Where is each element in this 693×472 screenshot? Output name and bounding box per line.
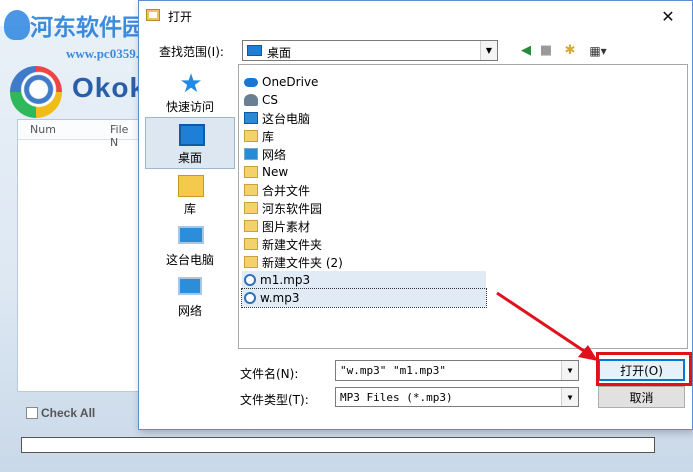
chevron-down-icon[interactable]: ▼: [561, 361, 578, 380]
folder-icon: [244, 256, 258, 268]
file-list[interactable]: OneDrive CS 这台电脑 库 网络 New 合并文件 河东软件园 图片素…: [238, 64, 688, 349]
chevron-down-icon[interactable]: ▼: [480, 41, 497, 60]
background-list-header: Num File N: [18, 120, 138, 149]
list-item[interactable]: 这台电脑: [242, 109, 486, 127]
file-name: 新建文件夹: [262, 237, 323, 252]
place-quick-access[interactable]: ★ 快速访问: [145, 67, 235, 119]
place-label: 网络: [177, 304, 202, 318]
folder-icon: [244, 184, 258, 196]
column-file[interactable]: File N: [110, 123, 138, 149]
list-item[interactable]: 网络: [242, 145, 486, 163]
file-name-value: "w.mp3" "m1.mp3": [340, 364, 446, 377]
list-item[interactable]: OneDrive: [242, 73, 486, 91]
file-name: 新建文件夹 (2): [262, 255, 343, 270]
file-type-label: 文件类型(T):: [240, 393, 309, 407]
file-type-value: MP3 Files (*.mp3): [340, 391, 453, 404]
library-icon: [178, 175, 204, 197]
chevron-down-icon[interactable]: ▼: [561, 388, 578, 406]
folder-icon: [244, 202, 258, 214]
cancel-button[interactable]: 取消: [598, 386, 685, 408]
list-item[interactable]: 图片素材: [242, 217, 486, 235]
view-menu-icon[interactable]: ▦▾: [584, 42, 612, 59]
folder-icon: [244, 238, 258, 250]
open-file-dialog: 打开 ✕ 查找范围(I): 桌面 ▼ ◀ ■ ✱ ▦▾ ★ 快速访问 桌面 库 …: [138, 0, 693, 430]
cloud-icon: [244, 77, 258, 87]
checkbox-icon[interactable]: [26, 407, 38, 419]
open-button[interactable]: 打开(O): [598, 359, 685, 381]
desktop-icon: [179, 124, 205, 146]
check-all-label: Check All: [41, 406, 96, 420]
file-name: 图片素材: [262, 219, 311, 234]
file-name: w.mp3: [260, 291, 300, 305]
dialog-titlebar[interactable]: 打开 ✕: [139, 1, 692, 31]
place-desktop[interactable]: 桌面: [145, 117, 235, 169]
folder-icon: [244, 166, 258, 178]
star-icon: ★: [179, 69, 203, 99]
audio-file-icon: [244, 274, 256, 286]
column-num[interactable]: Num: [30, 123, 56, 136]
place-this-pc[interactable]: 这台电脑: [145, 220, 235, 272]
list-item[interactable]: 河东软件园: [242, 199, 486, 217]
list-item-selected[interactable]: w.mp3: [241, 288, 487, 308]
watermark-title: 河东软件园: [30, 15, 145, 41]
library-icon: [244, 130, 258, 142]
file-name: 合并文件: [262, 183, 311, 198]
app-logo-icon: [10, 66, 62, 118]
file-name: 这台电脑: [262, 111, 311, 126]
file-name: m1.mp3: [260, 273, 311, 287]
places-bar: ★ 快速访问 桌面 库 这台电脑 网络: [145, 63, 235, 351]
file-name: 网络: [262, 147, 287, 162]
place-library[interactable]: 库: [145, 169, 235, 221]
look-in-dropdown[interactable]: 桌面 ▼: [242, 40, 498, 61]
file-name: OneDrive: [262, 75, 319, 89]
list-item[interactable]: 新建文件夹: [242, 235, 486, 253]
look-in-value: 桌面: [267, 46, 292, 60]
dialog-title: 打开: [168, 10, 193, 24]
file-name: New: [262, 165, 289, 179]
new-folder-icon[interactable]: ✱: [560, 42, 580, 59]
close-button[interactable]: ✕: [648, 3, 688, 29]
look-in-label: 查找范围(I):: [159, 45, 224, 59]
place-label: 库: [183, 202, 196, 216]
list-item[interactable]: CS: [242, 91, 486, 109]
list-item[interactable]: 库: [242, 127, 486, 145]
list-item[interactable]: 新建文件夹 (2): [242, 253, 486, 271]
up-folder-icon[interactable]: ■: [537, 42, 555, 59]
list-item-selected[interactable]: m1.mp3: [242, 271, 486, 289]
file-name: 库: [262, 129, 275, 144]
computer-icon: [244, 112, 258, 124]
computer-icon: [178, 226, 204, 244]
place-network[interactable]: 网络: [145, 271, 235, 323]
watermark-logo-icon: [4, 10, 30, 40]
file-type-dropdown[interactable]: MP3 Files (*.mp3) ▼: [335, 387, 579, 407]
place-label: 桌面: [177, 151, 202, 165]
network-icon: [178, 277, 202, 295]
list-item[interactable]: New: [242, 163, 486, 181]
back-arrow-icon[interactable]: ◀: [517, 42, 535, 59]
dialog-app-icon: [146, 9, 160, 21]
user-icon: [244, 94, 258, 106]
network-icon: [244, 148, 258, 160]
desktop-icon: [247, 45, 262, 56]
file-name: 河东软件园: [262, 201, 323, 216]
list-item[interactable]: 合并文件: [242, 181, 486, 199]
background-file-list: Num File N: [17, 119, 139, 392]
check-all-checkbox[interactable]: Check All: [26, 406, 95, 420]
file-name: CS: [262, 93, 278, 107]
place-label: 这台电脑: [165, 253, 214, 267]
file-name-label: 文件名(N):: [240, 367, 299, 381]
progress-bar: [21, 437, 655, 453]
audio-file-icon: [244, 292, 256, 304]
file-name-input[interactable]: "w.mp3" "m1.mp3" ▼: [335, 360, 579, 381]
folder-icon: [244, 220, 258, 232]
place-label: 快速访问: [165, 100, 214, 114]
